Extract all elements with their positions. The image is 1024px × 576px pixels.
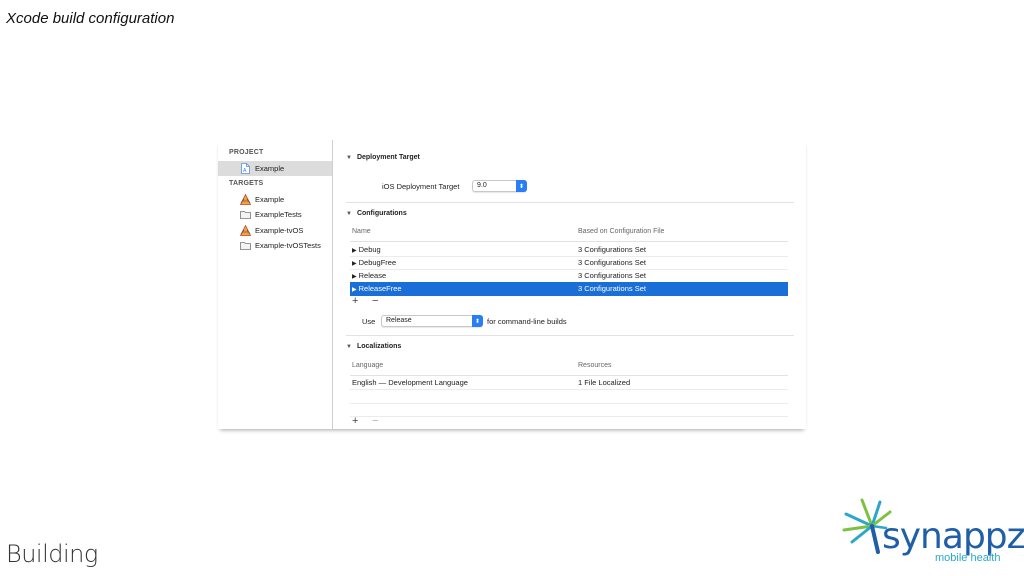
column-header-based-on[interactable]: Based on Configuration File: [578, 228, 664, 235]
table-row[interactable]: ▶ Release 3 Configurations Set: [350, 269, 788, 283]
config-name: Release: [358, 271, 387, 280]
configurations-header[interactable]: ▼ Configurations: [346, 210, 407, 217]
slide-title: Xcode build configuration: [6, 10, 175, 27]
sidebar-item-label: Example: [255, 164, 285, 173]
disclosure-closed-icon: ▶: [352, 261, 357, 267]
project-target-sidebar: PROJECT A Example TARGETS Example Exampl…: [218, 140, 333, 429]
popup-arrows-icon: ⬍: [516, 180, 527, 192]
config-name: ReleaseFree: [358, 284, 402, 293]
config-file: 3 Configurations Set: [578, 258, 646, 267]
slide-footer: Building: [6, 540, 98, 568]
disclosure-open-icon: ▼: [346, 154, 352, 161]
localizations-table: Language Resources English — Development…: [350, 362, 788, 418]
disclosure-open-icon: ▼: [346, 343, 352, 350]
xcode-project-editor: PROJECT A Example TARGETS Example Exampl…: [218, 140, 806, 429]
config-file: 3 Configurations Set: [578, 245, 646, 254]
empty-row: [350, 403, 788, 417]
app-target-icon: [240, 194, 251, 205]
ios-deployment-target-label: iOS Deployment Target: [382, 182, 460, 191]
add-localization-button[interactable]: +: [352, 415, 358, 427]
logo-wordmark: synappz: [882, 516, 1024, 557]
table-row[interactable]: ▶ DebugFree 3 Configurations Set: [350, 256, 788, 270]
resources-count: 1 File Localized: [578, 378, 631, 387]
section-title: Deployment Target: [356, 154, 420, 161]
remove-configuration-button[interactable]: −: [372, 295, 378, 307]
test-bundle-icon: [240, 240, 251, 251]
popup-value: 9.0: [477, 182, 487, 189]
add-configuration-button[interactable]: +: [352, 295, 358, 307]
deployment-target-header[interactable]: ▼ Deployment Target: [346, 154, 420, 161]
table-row-selected[interactable]: ▶ ReleaseFree 3 Configurations Set: [350, 282, 788, 296]
project-file-icon: A: [240, 163, 251, 174]
table-row[interactable]: ▶ Debug 3 Configurations Set: [350, 243, 788, 257]
disclosure-closed-icon: ▶: [352, 287, 357, 293]
popup-value: Release: [386, 317, 412, 324]
test-bundle-icon: [240, 209, 251, 220]
configurations-table: Name Based on Configuration File ▶ Debug …: [350, 228, 788, 298]
project-section-header: PROJECT: [229, 149, 264, 156]
sidebar-item-target-example-tvostests[interactable]: Example-tvOSTests: [218, 238, 332, 253]
use-label: Use: [362, 317, 376, 326]
remove-localization-button[interactable]: −: [372, 415, 378, 427]
sidebar-item-label: Example-tvOSTests: [255, 241, 321, 250]
command-line-suffix: for command-line builds: [487, 317, 567, 326]
empty-row: [350, 390, 788, 404]
targets-section-header: TARGETS: [229, 180, 264, 187]
section-title: Localizations: [356, 343, 402, 350]
command-line-config-popup[interactable]: Release ⬍: [381, 315, 483, 327]
build-settings-panel: ▼ Deployment Target iOS Deployment Targe…: [346, 140, 806, 429]
logo-tagline: mobile health: [935, 552, 1001, 564]
header-divider: [350, 241, 788, 242]
popup-arrows-icon: ⬍: [472, 315, 483, 327]
sidebar-item-target-exampletests[interactable]: ExampleTests: [218, 207, 332, 222]
svg-text:A: A: [243, 168, 247, 174]
section-divider: [346, 202, 794, 203]
config-file: 3 Configurations Set: [578, 284, 646, 293]
section-divider: [346, 335, 794, 336]
sidebar-item-label: ExampleTests: [255, 210, 302, 219]
language-name: English — Development Language: [352, 378, 468, 387]
config-name: Debug: [358, 245, 381, 254]
sidebar-item-label: Example-tvOS: [255, 226, 304, 235]
disclosure-closed-icon: ▶: [352, 274, 357, 280]
config-file: 3 Configurations Set: [578, 271, 646, 280]
disclosure-open-icon: ▼: [346, 210, 352, 217]
disclosure-closed-icon: ▶: [352, 248, 357, 254]
sidebar-item-project-example[interactable]: A Example: [218, 161, 332, 176]
localizations-header[interactable]: ▼ Localizations: [346, 343, 401, 350]
column-header-language[interactable]: Language: [352, 362, 383, 369]
config-name: DebugFree: [358, 258, 397, 267]
sidebar-item-label: Example: [255, 195, 285, 204]
section-title: Configurations: [356, 210, 407, 217]
table-row[interactable]: English — Development Language 1 File Lo…: [350, 376, 788, 390]
column-header-name[interactable]: Name: [352, 228, 371, 235]
app-target-icon: [240, 225, 251, 236]
column-header-resources[interactable]: Resources: [578, 362, 611, 369]
sidebar-item-target-example[interactable]: Example: [218, 192, 332, 207]
ios-deployment-target-popup[interactable]: 9.0 ⬍: [472, 180, 527, 192]
sidebar-item-target-example-tvos[interactable]: Example-tvOS: [218, 223, 332, 238]
synappz-logo: synappz mobile health: [842, 498, 1024, 568]
